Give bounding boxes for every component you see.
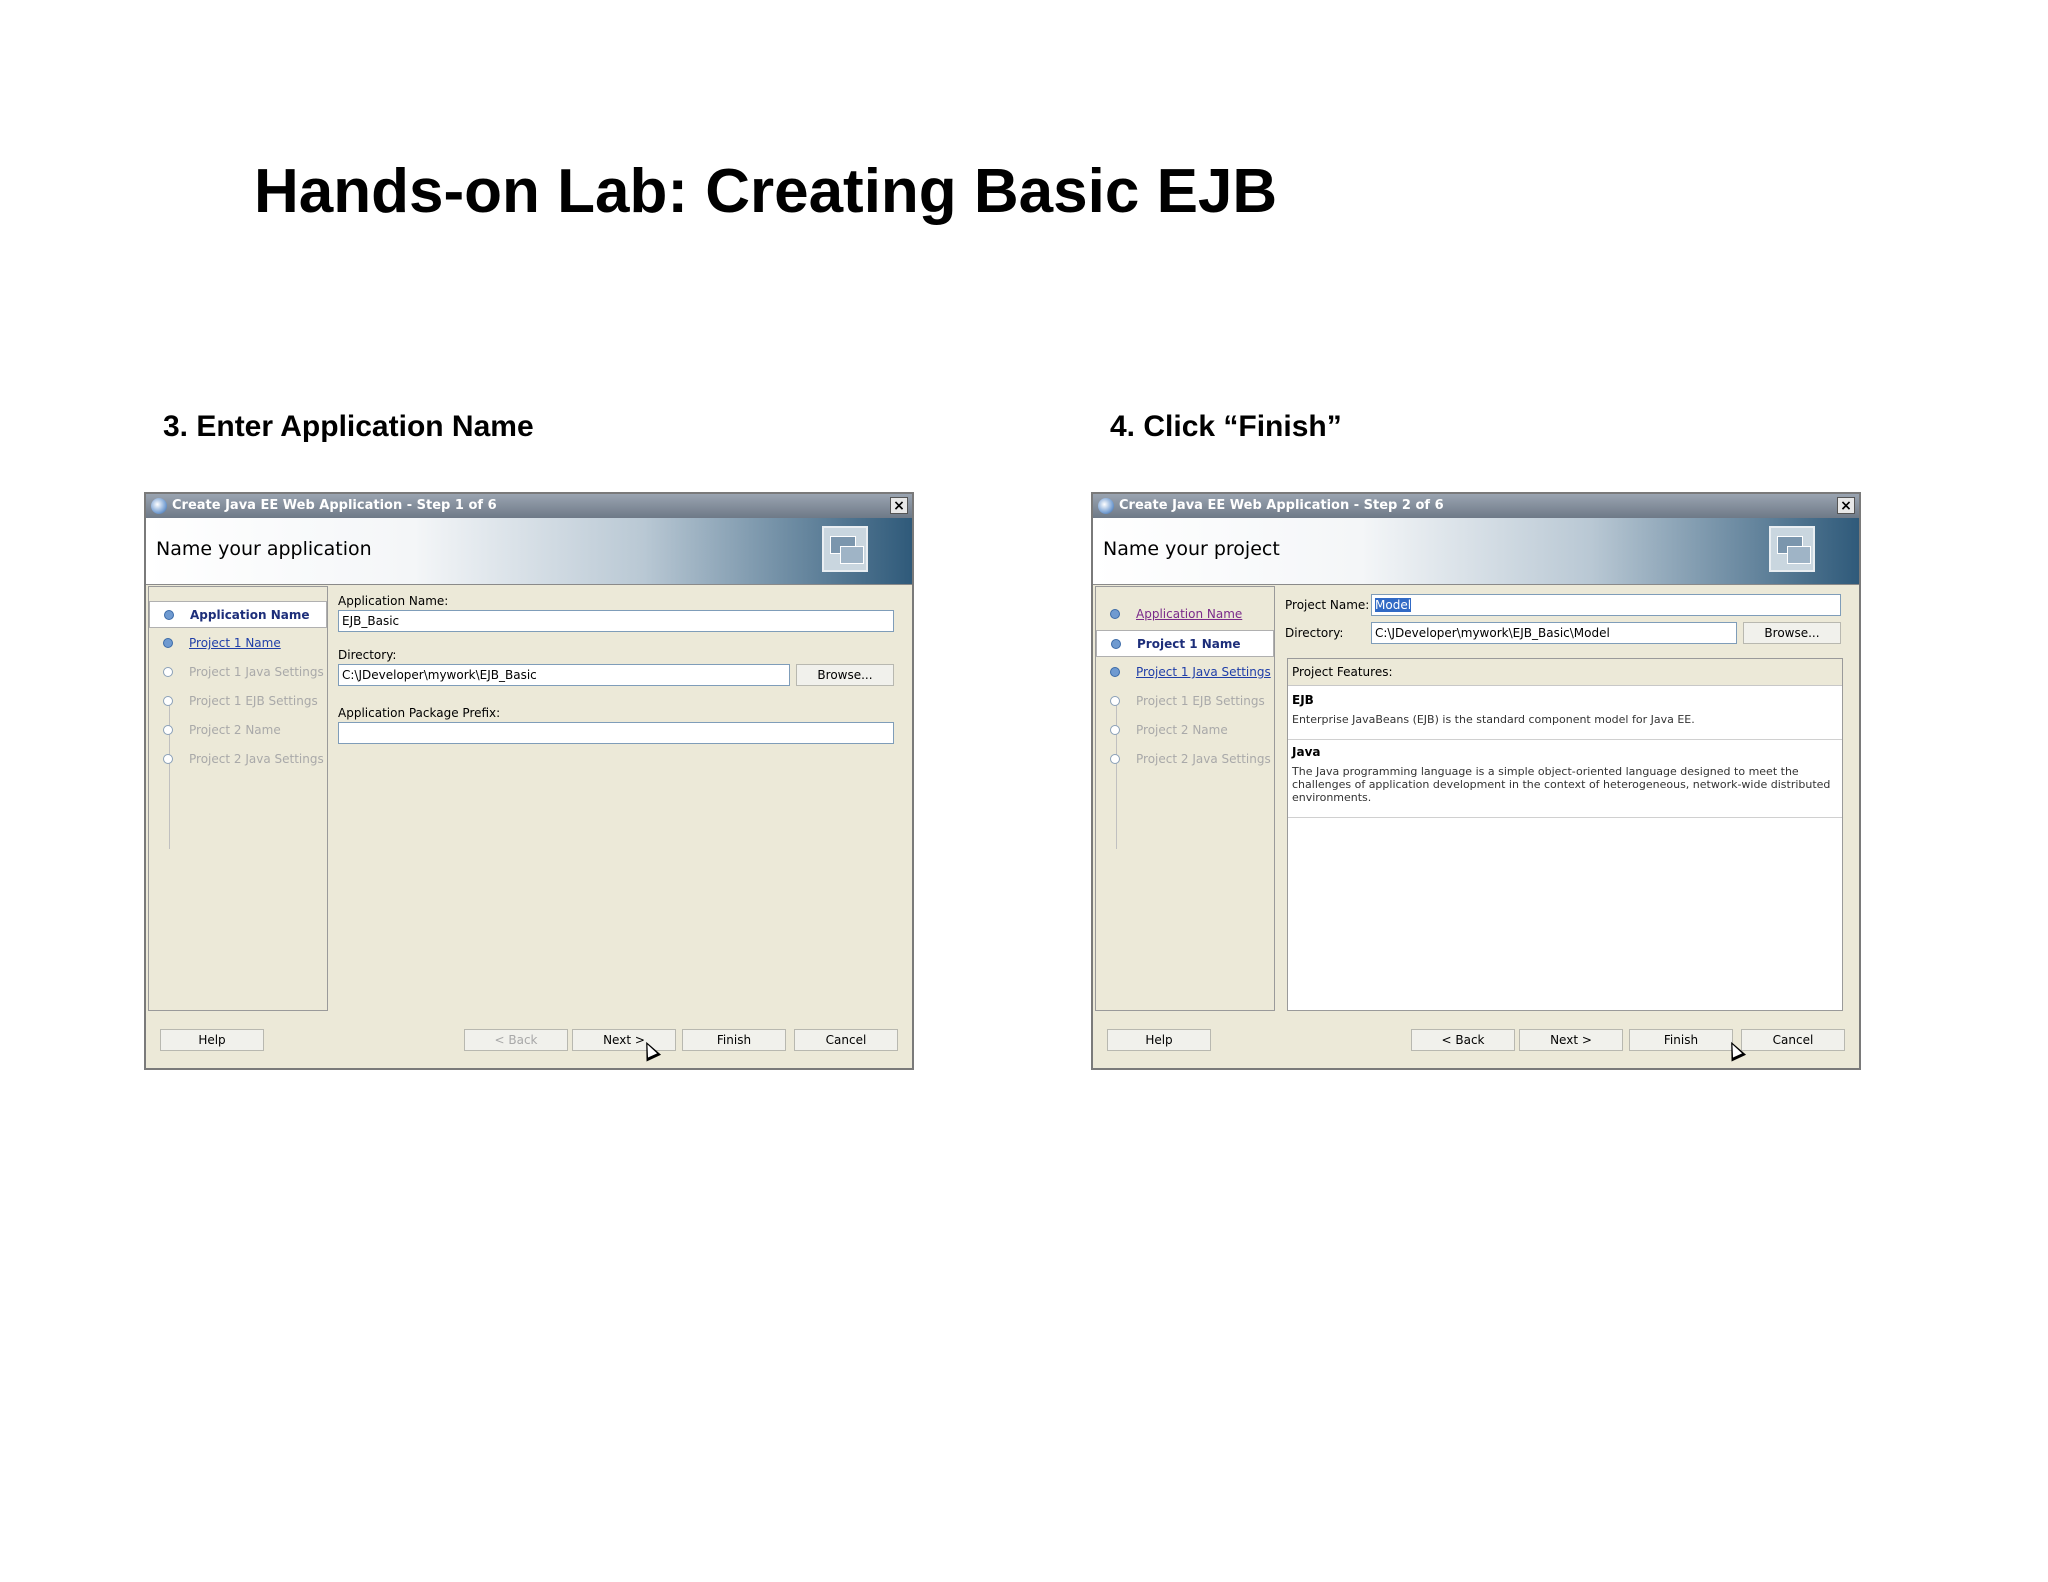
package-prefix-input[interactable] (338, 722, 894, 744)
slide-title: Hands-on Lab: Creating Basic EJB (254, 157, 1278, 226)
nav-step-label: Project 1 Name (189, 636, 281, 650)
nav-step-label: Project 2 Java Settings (1136, 752, 1271, 766)
feature-divider (1288, 817, 1842, 818)
step-dot-icon (1110, 667, 1120, 677)
nav-step-project-2-name: Project 2 Name (1096, 717, 1274, 744)
features-header: Project Features: (1288, 659, 1842, 686)
nav-step-label: Project 1 Name (1137, 637, 1241, 651)
nav-step-project-1-name[interactable]: Project 1 Name (149, 630, 327, 657)
application-name-input[interactable]: EJB_Basic (338, 610, 894, 632)
step-dot-icon (163, 696, 173, 706)
dialog-titlebar[interactable]: Create Java EE Web Application - Step 2 … (1093, 494, 1859, 518)
application-name-label: Application Name: (338, 594, 449, 608)
next-button[interactable]: Next > (1519, 1029, 1623, 1051)
close-icon: × (893, 498, 905, 514)
dialog-title: Create Java EE Web Application - Step 1 … (172, 498, 497, 513)
wizard-content: Application Name: EJB_Basic Directory: C… (328, 586, 910, 1011)
wizard-dialog-step1: Create Java EE Web Application - Step 1 … (144, 492, 914, 1070)
cancel-button[interactable]: Cancel (794, 1029, 898, 1051)
nav-step-label: Project 2 Name (189, 723, 281, 737)
nav-step-label: Project 1 EJB Settings (1136, 694, 1265, 708)
feature-description: The Java programming language is a simpl… (1292, 765, 1831, 804)
step-dot-icon (1110, 696, 1120, 706)
wizard-steps-nav: Application Name Project 1 Name Project … (1095, 586, 1275, 1011)
dialog-title: Create Java EE Web Application - Step 2 … (1119, 498, 1444, 513)
project-name-label: Project Name: (1285, 598, 1370, 612)
java-app-icon (1098, 498, 1114, 514)
nav-step-project-1-ejb-settings: Project 1 EJB Settings (149, 688, 327, 715)
directory-label: Directory: (338, 648, 397, 662)
package-prefix-label: Application Package Prefix: (338, 706, 501, 720)
nav-step-project-1-java-settings: Project 1 Java Settings (149, 659, 327, 686)
wizard-banner: Name your project (1093, 518, 1859, 585)
wizard-footer: Help < Back Next > Finish Cancel (146, 1011, 912, 1068)
nav-step-project-2-java-settings: Project 2 Java Settings (149, 746, 327, 773)
step-dot-icon (164, 610, 174, 620)
project-name-input[interactable]: Model (1371, 594, 1841, 616)
project-name-value: Model (1375, 598, 1412, 612)
browse-button[interactable]: Browse... (796, 664, 894, 686)
finish-button[interactable]: Finish (682, 1029, 786, 1051)
browse-button[interactable]: Browse... (1743, 622, 1841, 644)
feature-java[interactable]: Java The Java programming language is a … (1292, 745, 1838, 804)
nav-step-project-2-name: Project 2 Name (149, 717, 327, 744)
step3-caption: 3. Enter Application Name (163, 410, 534, 443)
back-button[interactable]: < Back (1411, 1029, 1515, 1051)
finish-button[interactable]: Finish (1629, 1029, 1733, 1051)
next-button[interactable]: Next > (572, 1029, 676, 1051)
step-dot-icon (163, 754, 173, 764)
nav-step-project-1-name[interactable]: Project 1 Name (1096, 630, 1274, 657)
nav-step-label: Project 1 Java Settings (1136, 665, 1271, 679)
feature-name: Java (1292, 745, 1321, 759)
directory-input[interactable]: C:\JDeveloper\mywork\EJB_Basic (338, 664, 790, 686)
step-dot-icon (1111, 639, 1121, 649)
directory-label: Directory: (1285, 626, 1344, 640)
close-icon: × (1840, 498, 1852, 514)
windows-icon (1769, 526, 1815, 572)
wizard-content: Project Name: Model Directory: C:\JDevel… (1275, 586, 1857, 1011)
nav-step-label: Project 1 EJB Settings (189, 694, 318, 708)
dialog-titlebar[interactable]: Create Java EE Web Application - Step 1 … (146, 494, 912, 518)
nav-step-project-2-java-settings: Project 2 Java Settings (1096, 746, 1274, 773)
windows-icon (822, 526, 868, 572)
wizard-dialog-step2: Create Java EE Web Application - Step 2 … (1091, 492, 1861, 1070)
step-dot-icon (163, 725, 173, 735)
step-dot-icon (1110, 725, 1120, 735)
help-button[interactable]: Help (160, 1029, 264, 1051)
nav-step-label: Project 2 Java Settings (189, 752, 324, 766)
nav-step-project-1-java-settings[interactable]: Project 1 Java Settings (1096, 659, 1274, 686)
step-dot-icon (1110, 754, 1120, 764)
close-button[interactable]: × (890, 497, 908, 514)
nav-step-label: Project 2 Name (1136, 723, 1228, 737)
wizard-footer: Help < Back Next > Finish Cancel (1093, 1011, 1859, 1068)
step-dot-icon (163, 638, 173, 648)
help-button[interactable]: Help (1107, 1029, 1211, 1051)
nav-step-label: Application Name (190, 608, 310, 622)
close-button[interactable]: × (1837, 497, 1855, 514)
feature-ejb[interactable]: EJB Enterprise JavaBeans (EJB) is the st… (1292, 693, 1838, 726)
java-app-icon (151, 498, 167, 514)
project-features-panel: Project Features: EJB Enterprise JavaBea… (1287, 658, 1843, 1011)
nav-step-project-1-ejb-settings: Project 1 EJB Settings (1096, 688, 1274, 715)
feature-divider (1288, 739, 1842, 740)
banner-title: Name your project (1103, 538, 1280, 560)
step-dot-icon (163, 667, 173, 677)
step4-caption: 4. Click “Finish” (1110, 410, 1342, 443)
step-dot-icon (1110, 609, 1120, 619)
banner-title: Name your application (156, 538, 372, 560)
nav-step-application-name[interactable]: Application Name (149, 601, 327, 628)
directory-input[interactable]: C:\JDeveloper\mywork\EJB_Basic\Model (1371, 622, 1737, 644)
nav-step-label: Application Name (1136, 607, 1243, 621)
nav-step-label: Project 1 Java Settings (189, 665, 324, 679)
feature-name: EJB (1292, 693, 1314, 707)
wizard-steps-nav: Application Name Project 1 Name Project … (148, 586, 328, 1011)
back-button: < Back (464, 1029, 568, 1051)
feature-description: Enterprise JavaBeans (EJB) is the standa… (1292, 713, 1695, 726)
wizard-banner: Name your application (146, 518, 912, 585)
nav-step-application-name[interactable]: Application Name (1096, 601, 1274, 628)
cancel-button[interactable]: Cancel (1741, 1029, 1845, 1051)
